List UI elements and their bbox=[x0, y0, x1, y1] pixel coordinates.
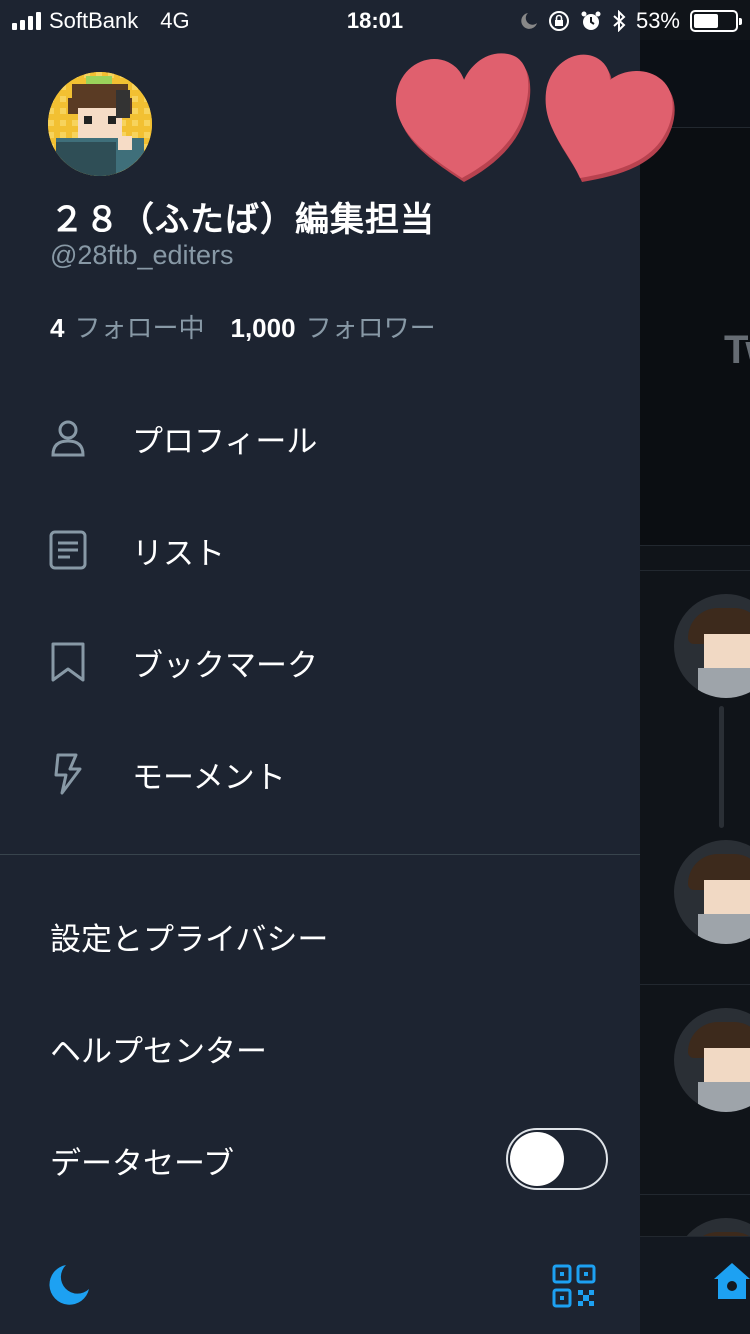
menu-item-label: プロフィール bbox=[132, 423, 318, 460]
night-mode-moon-icon[interactable] bbox=[46, 1262, 92, 1308]
menu-item-profile[interactable]: プロフィール bbox=[0, 388, 640, 488]
settings-privacy-link[interactable]: 設定とプライバシー bbox=[50, 914, 328, 959]
profile-display-name[interactable]: ２８（ふたば）編集担当 bbox=[50, 192, 435, 241]
bottom-tab-bar bbox=[640, 1236, 750, 1334]
battery-icon bbox=[690, 10, 742, 32]
lightning-icon bbox=[46, 752, 90, 796]
menu-item-lists[interactable]: リスト bbox=[0, 500, 640, 600]
menu-item-label: リスト bbox=[132, 535, 225, 572]
status-bar: SoftBank 4G 18:01 53% bbox=[0, 0, 750, 40]
heart-stickers bbox=[395, 53, 675, 182]
background-timeline: Tw bbox=[640, 0, 750, 1334]
followers-count[interactable]: 1,000 bbox=[230, 313, 295, 344]
alarm-icon bbox=[581, 11, 601, 30]
heart-icon bbox=[545, 54, 675, 182]
data-saver-toggle[interactable] bbox=[506, 1128, 608, 1190]
bluetooth-icon bbox=[613, 10, 626, 32]
menu-divider bbox=[0, 854, 640, 855]
profile-handle[interactable]: @28ftb_editers bbox=[50, 240, 234, 271]
battery-percent: 53% bbox=[635, 8, 680, 33]
do-not-disturb-moon-icon bbox=[521, 13, 537, 29]
help-center-link[interactable]: ヘルプセンター bbox=[50, 1026, 267, 1071]
menu-item-label: モーメント bbox=[132, 759, 286, 796]
follow-stats: 4 フォロー中 1,000 フォロワー bbox=[50, 308, 462, 345]
timeline-divider bbox=[640, 570, 750, 571]
following-count[interactable]: 4 bbox=[50, 313, 64, 344]
tweet-avatar[interactable] bbox=[674, 1008, 750, 1112]
followers-label[interactable]: フォロワー bbox=[306, 308, 436, 345]
thread-line bbox=[719, 706, 724, 828]
navigation-drawer: ２８（ふたば）編集担当 @28ftb_editers 4 フォロー中 1,000… bbox=[0, 0, 640, 1334]
rotation-lock-icon bbox=[548, 11, 569, 31]
tweet-avatar[interactable] bbox=[674, 594, 750, 698]
tweet-avatar[interactable] bbox=[674, 840, 750, 944]
heart-icon bbox=[395, 53, 531, 182]
profile-avatar[interactable] bbox=[48, 72, 152, 176]
menu-item-label: ブックマーク bbox=[132, 647, 318, 684]
person-icon bbox=[46, 416, 90, 460]
list-icon bbox=[46, 528, 90, 572]
timeline-banner: Tw bbox=[640, 128, 750, 546]
menu-item-bookmarks[interactable]: ブックマーク bbox=[0, 612, 640, 712]
following-label[interactable]: フォロー中 bbox=[74, 308, 204, 345]
timeline-banner-text: Tw bbox=[724, 328, 750, 372]
home-icon[interactable] bbox=[712, 1259, 750, 1303]
qr-code-icon[interactable] bbox=[552, 1264, 596, 1308]
menu-item-moments[interactable]: モーメント bbox=[0, 724, 640, 824]
bookmark-icon bbox=[46, 640, 90, 684]
timeline-divider bbox=[640, 984, 750, 985]
timeline-divider bbox=[640, 1194, 750, 1195]
toggle-knob bbox=[510, 1132, 564, 1186]
data-saver-label: データセーブ bbox=[50, 1146, 235, 1182]
